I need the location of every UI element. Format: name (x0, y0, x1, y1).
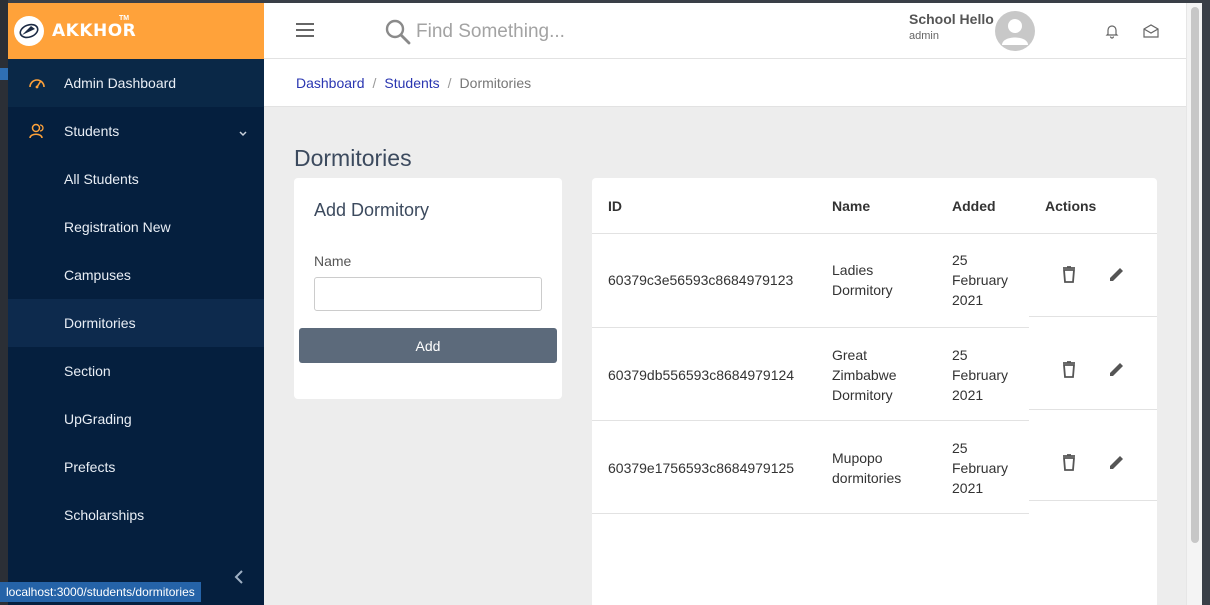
cell-id: 60379e1756593c8684979125 (608, 460, 795, 476)
breadcrumb: Dashboard / Students / Dormitories (264, 59, 1186, 107)
breadcrumb-link-students[interactable]: Students (384, 75, 439, 91)
page-title: Dormitories (294, 145, 412, 171)
sidebar-item-students[interactable]: Students (8, 107, 264, 155)
search-icon[interactable] (384, 18, 412, 51)
sidebar-subitem-label: Prefects (64, 459, 116, 475)
user-role: admin (909, 30, 939, 42)
add-button[interactable]: Add (299, 328, 557, 363)
row-divider (1029, 409, 1157, 410)
sidebar-item-label: Students (64, 123, 120, 139)
hamburger-menu-icon[interactable] (296, 23, 314, 37)
page-scrollbar[interactable] (1186, 3, 1202, 605)
row-divider (1029, 316, 1157, 317)
column-header-added: Added (952, 198, 996, 214)
trademark: TM (119, 15, 130, 22)
card-title: Add Dormitory (314, 200, 430, 220)
add-dormitory-card: Add Dormitory Name Add (294, 178, 562, 399)
sidebar-item-all-students[interactable]: All Students (8, 155, 264, 203)
delete-icon[interactable] (1059, 264, 1079, 284)
sidebar-item-campuses[interactable]: Campuses (8, 251, 264, 299)
status-bar-url: localhost:3000/students/dormitories (0, 582, 201, 602)
breadcrumb-separator: / (447, 74, 452, 91)
name-label: Name (314, 253, 352, 269)
collapse-sidebar-icon[interactable] (232, 569, 246, 585)
column-header-actions: Actions (1045, 198, 1097, 214)
sidebar-item-prefects[interactable]: Prefects (8, 443, 264, 491)
sidebar-item-upgrading[interactable]: UpGrading (8, 395, 264, 443)
scrollbar-thumb[interactable] (1191, 7, 1199, 543)
chevron-down-icon (238, 125, 248, 141)
sidebar-item-admin-dashboard[interactable]: Admin Dashboard (8, 59, 264, 107)
cell-id: 60379c3e56593c8684979123 (608, 272, 794, 288)
students-icon (28, 122, 46, 140)
sidebar-item-scholarships[interactable]: Scholarships (8, 491, 264, 539)
sidebar-item-dormitories[interactable]: Dormitories (8, 299, 264, 347)
sidebar-subitem-label: UpGrading (64, 411, 132, 427)
sidebar-item-section[interactable]: Section (8, 347, 264, 395)
edit-icon[interactable] (1107, 452, 1127, 472)
app-window: AKKHOR TM Admin Dashboard Students All S… (8, 3, 1202, 605)
breadcrumb-link-dashboard[interactable]: Dashboard (296, 75, 365, 91)
bell-icon[interactable] (1104, 23, 1120, 44)
avatar[interactable] (995, 11, 1035, 51)
edit-icon[interactable] (1107, 359, 1127, 379)
user-name: School Hello (909, 11, 994, 27)
dormitories-table: ID Name Added Actions 60379c3e56593c8684… (592, 178, 1157, 605)
sidebar: AKKHOR TM Admin Dashboard Students All S… (8, 3, 264, 605)
cell-name: Ladies Dormitory (832, 262, 893, 298)
table-row: 60379c3e56593c8684979123 Ladies Dormitory… (592, 234, 1157, 328)
edit-icon[interactable] (1107, 264, 1127, 284)
cell-added: 25 February 2021 (952, 252, 1009, 308)
column-header-name: Name (832, 198, 871, 214)
table-row: 60379db556593c8684979124 Great Zimbabwe Do… (592, 327, 1157, 421)
sidebar-subitem-label: All Students (64, 171, 139, 187)
cell-added: 25 February 2021 (952, 347, 1009, 403)
cell-name: Mupopo dormitories (832, 450, 902, 486)
cell-id: 60379db556593c8684979124 (608, 367, 795, 383)
top-header: School Hello admin (264, 3, 1186, 59)
cell-added: 25 February 2021 (952, 440, 1009, 496)
sidebar-subitem-label: Dormitories (64, 315, 136, 331)
breadcrumb-separator: / (372, 74, 377, 91)
dashboard-icon (28, 74, 46, 92)
table-row: 60379e1756593c8684979125 Mupopo dormitori… (592, 420, 1157, 514)
envelope-icon[interactable] (1142, 23, 1160, 44)
sidebar-item-registration-new[interactable]: Registration New (8, 203, 264, 251)
search-input[interactable] (416, 19, 716, 45)
delete-icon[interactable] (1059, 452, 1079, 472)
sidebar-subitem-label: Section (64, 363, 111, 379)
background-strip (0, 0, 8, 605)
sidebar-menu: Admin Dashboard Students All Students Re… (8, 59, 264, 539)
logo-icon (14, 16, 44, 46)
delete-icon[interactable] (1059, 359, 1079, 379)
sidebar-subitem-label: Scholarships (64, 507, 145, 523)
row-divider (1029, 500, 1157, 501)
column-header-id: ID (608, 198, 622, 214)
sidebar-item-label: Admin Dashboard (64, 75, 177, 91)
brand-bar: AKKHOR TM (8, 3, 264, 59)
name-field[interactable] (314, 277, 542, 311)
sidebar-subitem-label: Registration New (64, 219, 171, 235)
row-divider (592, 513, 1029, 514)
sidebar-subitem-label: Campuses (64, 267, 131, 283)
brand-name: AKKHOR (52, 21, 137, 41)
background-marker (0, 68, 8, 80)
cell-name: Great Zimbabwe Dormitory (832, 347, 897, 403)
breadcrumb-current: Dormitories (459, 74, 532, 91)
